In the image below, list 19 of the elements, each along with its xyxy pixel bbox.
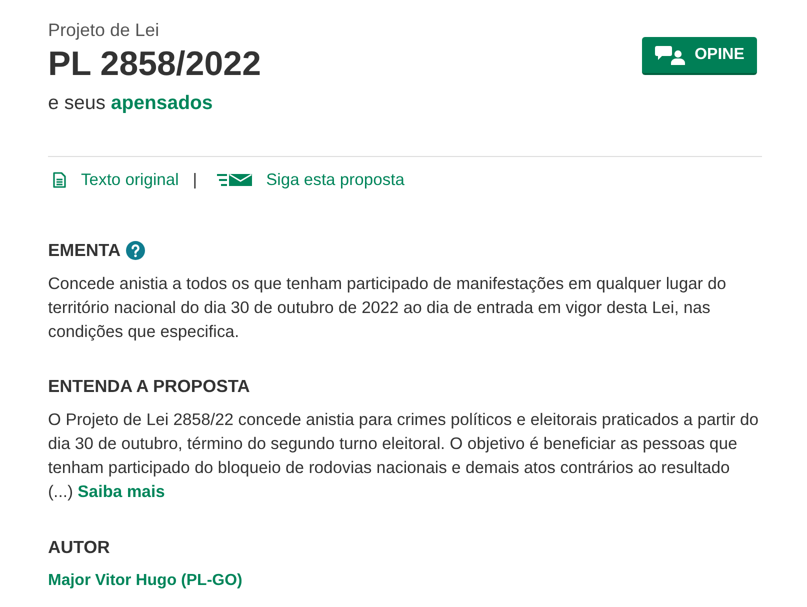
opine-button[interactable]: OPINE — [642, 37, 757, 75]
bill-title: PL 2858/2022 — [48, 44, 261, 84]
chat-person-icon — [654, 45, 685, 65]
link-separator: | — [192, 168, 198, 191]
follow-proposal-link[interactable]: Siga esta proposta — [217, 168, 404, 192]
bill-subtitle: e seus apensados — [48, 91, 213, 116]
read-more-link[interactable]: Saiba mais — [78, 482, 165, 501]
bill-type-label: Projeto de Lei — [48, 19, 160, 42]
help-icon[interactable] — [126, 240, 145, 260]
original-text-link[interactable]: Texto original — [48, 168, 179, 192]
section-heading: AUTOR — [48, 536, 110, 559]
section-paragraph: Concede anistia a todos os que tenham participado de manifestações em qualquer lugar do território nacional do dia 30 de outubro de 2022 ao dia de entrada em vigor desta Lei, nas condições que especifica. — [48, 273, 728, 343]
list-envelope-icon — [217, 174, 252, 186]
document-icon — [53, 172, 66, 188]
section-heading: EMENTA — [48, 239, 121, 262]
apensados-link[interactable]: apensados — [110, 92, 213, 114]
author-link[interactable]: Major Vitor Hugo (PL-GO) — [48, 569, 242, 593]
section-heading: ENTENDA A PROPOSTA — [48, 375, 250, 398]
section-paragraph: O Projeto de Lei 2858/22 concede anistia para crimes políticos e eleitorais praticados a partir do dia 30 de outubro, término do segundo turno eleitoral. O objetivo é beneficiar as pessoas que tenham participado do bloqueio de rodovias nacionais e demais atos contrários ao resultado (...) Saiba mais — [48, 409, 760, 503]
